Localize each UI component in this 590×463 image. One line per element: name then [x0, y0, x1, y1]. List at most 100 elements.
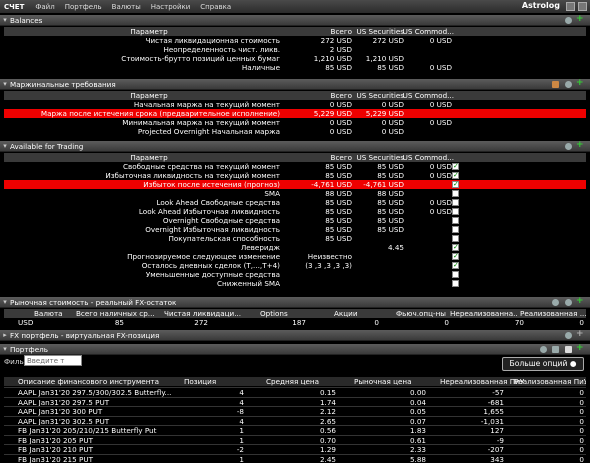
menu-settings[interactable]: Настройки	[146, 3, 196, 11]
margin-panel-header[interactable]: ▾ Маржинальные требования +	[0, 79, 590, 90]
portfolio-panel-header[interactable]: ▾ Портфель +	[0, 344, 590, 355]
col-unrealized-pnl[interactable]: Нереализованная ПиУ	[440, 377, 524, 386]
add-icon[interactable]: +	[576, 15, 584, 24]
menu-portfolio[interactable]: Портфель	[60, 3, 107, 11]
balances-row[interactable]: Стоимость-брутто позиций ценных бумаг 1,2…	[4, 54, 586, 63]
trading-row[interactable]: SMA 88 USD 88 USD	[4, 189, 586, 198]
expand-icon[interactable]: ▸	[0, 331, 10, 339]
position-row[interactable]: FB Jan31'20 210 PUT -2 1.29 2.33 -207 0	[4, 444, 586, 454]
lock-icon[interactable]	[566, 2, 575, 11]
position-row[interactable]: FB Jan31'20 205 PUT 1 0.70 0.61 -9 0	[4, 434, 586, 445]
layout-icon[interactable]	[552, 346, 559, 353]
settings-icon[interactable]	[565, 81, 572, 88]
trading-row[interactable]: Look Ahead Свободные средства 85 USD 85 US…	[4, 198, 586, 207]
menu-currencies[interactable]: Валюты	[107, 3, 146, 11]
add-icon[interactable]: +	[576, 79, 584, 88]
settings-icon[interactable]	[565, 17, 572, 24]
position-row[interactable]: AAPL Jan31'20 297.5/300/302.5 Butterfly.…	[4, 387, 586, 397]
filter-input[interactable]: Введите т	[24, 355, 82, 366]
menu-help[interactable]: Справка	[195, 3, 236, 11]
margin-row[interactable]: Начальная маржа на текущий момент 0 USD 0 …	[4, 100, 586, 109]
collapse-icon[interactable]: ▾	[0, 80, 10, 88]
col-param: Параметр	[130, 27, 168, 36]
col-market-price[interactable]: Рыночная цена	[354, 377, 414, 386]
settings-icon[interactable]	[565, 332, 572, 339]
col-position[interactable]: Позиция	[184, 377, 224, 386]
balances-row[interactable]: Наличные 85 USD 85 USD 0 USD	[4, 63, 586, 72]
show-checkbox[interactable]	[452, 243, 459, 251]
show-checkbox[interactable]	[452, 235, 459, 242]
show-checkbox[interactable]	[452, 217, 459, 224]
search-icon[interactable]	[540, 346, 547, 353]
col-realized-pnl[interactable]: Реализованная ПиУ	[514, 377, 586, 386]
trading-row[interactable]: Уменьшенные доступные средства	[4, 270, 586, 279]
col-net-liquidation: Чистая ликвидаци...	[164, 309, 242, 318]
show-checkbox[interactable]	[452, 171, 459, 179]
account-label[interactable]: СЧЕТ	[0, 3, 30, 11]
show-checkbox[interactable]	[452, 261, 459, 269]
gear-icon[interactable]	[552, 81, 559, 88]
collapse-icon[interactable]: ▾	[0, 16, 10, 24]
add-icon[interactable]: +	[576, 344, 584, 353]
position-row[interactable]: AAPL Jan31'20 302.5 PUT 4 2.65 0.07 -1,031 0	[4, 415, 586, 426]
trading-row[interactable]: Look Ahead Избыточная ликвидность 85 USD 8…	[4, 207, 586, 216]
show-checkbox[interactable]	[452, 162, 459, 170]
trading-row[interactable]: Осталось дневных сделок (Т,...,Т+4) (3 ,3…	[4, 261, 586, 270]
collapse-icon[interactable]: ▾	[0, 142, 10, 150]
trading-row[interactable]: Сниженный SMA	[4, 279, 586, 288]
position-row[interactable]: FB Jan31'20 205/210/215 Butterfly Put 1 0.…	[4, 425, 586, 435]
col-avg-price[interactable]: Средняя цена	[266, 377, 326, 386]
show-checkbox[interactable]	[452, 180, 459, 188]
fx-portfolio-panel-header[interactable]: ▸ FX портфель - виртуальная FX-позиция +	[0, 330, 590, 341]
show-checkbox[interactable]	[452, 226, 459, 233]
position-row[interactable]: AAPL Jan31'20 300 PUT -8 2.12 0.05 1,655 0	[4, 406, 586, 416]
trading-row[interactable]: Избыточная ликвидность на текущий момент…	[4, 171, 586, 180]
currency-cell: USD	[18, 318, 34, 327]
margin-row[interactable]: Минимальная маржа на текущий момент 0 USD…	[4, 118, 586, 127]
fx-row-usd[interactable]: USD 85 272 187 0 0 70 0	[4, 318, 586, 327]
trading-row[interactable]: Леверидж 4.45	[4, 243, 586, 252]
menu-file[interactable]: Файл	[30, 3, 59, 11]
show-checkbox[interactable]	[452, 208, 459, 215]
trading-row[interactable]: Overnight Избыточная ликвидность 85 USD 85…	[4, 225, 586, 234]
show-checkbox[interactable]	[452, 280, 459, 287]
collapse-icon[interactable]: ▾	[0, 345, 10, 353]
options-cell: 187	[292, 318, 306, 327]
trading-row[interactable]: Покупательская способность 85 USD	[4, 234, 586, 243]
position-row[interactable]: FB Jan31'20 215 PUT 1 2.45 5.88 343 0	[4, 453, 586, 463]
add-icon[interactable]: +	[576, 330, 584, 339]
add-icon[interactable]: +	[576, 297, 584, 306]
col-us-commodities: US Commod...	[402, 153, 454, 162]
col-total: Всего	[330, 27, 352, 36]
show-checkbox[interactable]	[452, 271, 459, 278]
col-us-commodities: US Commod...	[402, 27, 454, 36]
settings-icon[interactable]	[552, 299, 559, 306]
col-description[interactable]: Описание финансового инструмента	[18, 377, 168, 386]
fx-market-panel-header[interactable]: ▾ Рыночная стоимость - реальный FX-остат…	[0, 297, 590, 308]
param-cell: Look Ahead Избыточная ликвидность	[138, 207, 280, 216]
show-checkbox[interactable]	[452, 199, 459, 206]
position-row[interactable]: AAPL Jan31'20 297.5 PUT 4 1.74 0.04 -681 0	[4, 396, 586, 407]
trading-panel-header[interactable]: ▾ Available for Trading +	[0, 141, 590, 152]
us-securities-cell	[354, 252, 404, 261]
total-cell: 85 USD	[325, 171, 352, 180]
margin-row[interactable]: Projected Overnight Начальная маржа 0 USD…	[4, 127, 586, 136]
window-icon[interactable]	[565, 346, 572, 353]
balances-row[interactable]: Неопределенность чист. ликв. 2 USD	[4, 45, 586, 54]
more-options-button[interactable]: Больше опций ●	[502, 357, 584, 371]
trading-row[interactable]: Свободные средства на текущий момент 85 U…	[4, 162, 586, 171]
add-icon[interactable]: +	[576, 141, 584, 150]
balances-row[interactable]: Чистая ликвидационная стоимость 272 USD 27…	[4, 36, 586, 45]
trading-row[interactable]: Прогнозируемое следующее изменение Неизве…	[4, 252, 586, 261]
show-checkbox[interactable]	[452, 252, 459, 260]
settings-icon[interactable]	[565, 143, 572, 150]
trading-row[interactable]: Overnight Свободные средства 85 USD 85 USD	[4, 216, 586, 225]
margin-row[interactable]: Маржа после истечения срока (предварител…	[4, 109, 586, 118]
close-window-icon[interactable]	[578, 2, 587, 11]
total-cell: -4,761 USD	[311, 180, 352, 189]
collapse-icon[interactable]: ▾	[0, 298, 10, 306]
info-icon[interactable]	[565, 299, 572, 306]
show-checkbox[interactable]	[452, 190, 459, 197]
trading-row[interactable]: Избыток после истечения (прогноз) -4,761 …	[4, 180, 586, 189]
balances-panel-header[interactable]: ▾ Balances +	[0, 15, 590, 26]
